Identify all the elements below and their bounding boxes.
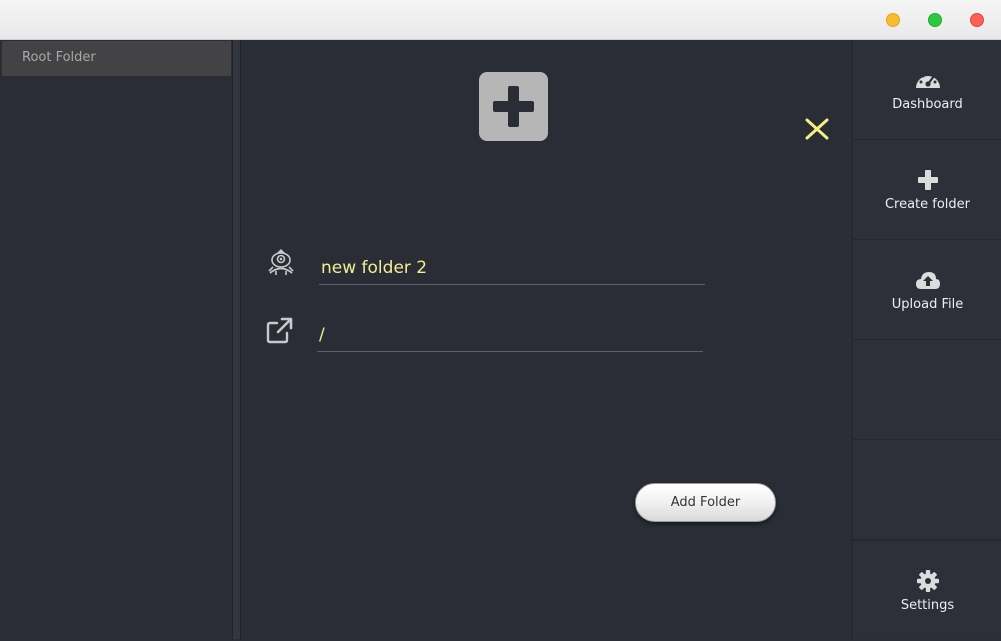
nav-item-empty — [853, 340, 1001, 440]
title-bar[interactable] — [0, 0, 1001, 40]
folder-name-input[interactable] — [319, 251, 705, 284]
right-nav-sidebar: Dashboard Create folder Upload File Sett… — [852, 40, 1001, 639]
nav-label-dashboard: Dashboard — [892, 97, 963, 112]
folder-name-field[interactable] — [319, 251, 705, 285]
nav-item-empty — [853, 440, 1001, 540]
nav-item-dashboard[interactable]: Dashboard — [853, 40, 1001, 140]
gear-icon — [915, 569, 941, 593]
nav-item-settings[interactable]: Settings — [853, 540, 1001, 639]
folder-path-field[interactable] — [317, 318, 703, 352]
plus-square-icon — [479, 72, 548, 141]
external-link-icon — [264, 316, 294, 346]
folder-tree-sidebar: Root Folder — [2, 40, 233, 639]
cloud-upload-icon — [915, 268, 941, 292]
nav-item-create-folder[interactable]: Create folder — [853, 140, 1001, 240]
close-icon[interactable] — [803, 115, 831, 143]
nav-label-settings: Settings — [900, 598, 955, 613]
nav-label-create-folder: Create folder — [884, 197, 971, 212]
folder-path-input[interactable] — [317, 318, 703, 351]
minimize-button[interactable] — [886, 13, 900, 27]
sidebar-splitter[interactable] — [232, 40, 241, 639]
create-folder-panel: Add Folder — [241, 40, 852, 639]
add-folder-button[interactable]: Add Folder — [635, 483, 776, 522]
plus-icon — [915, 168, 941, 192]
app-window: Root Folder new folder 2 / Add Folder Da… — [0, 0, 1001, 641]
sidebar-item-label: Root Folder — [22, 50, 96, 65]
nav-item-upload-file[interactable]: Upload File — [853, 240, 1001, 340]
dashboard-icon — [915, 68, 941, 92]
sidebar-item-root-folder[interactable]: Root Folder — [2, 41, 231, 76]
nav-label-upload-file: Upload File — [891, 297, 964, 312]
close-window-button[interactable] — [970, 13, 984, 27]
folder-monster-icon — [266, 247, 296, 277]
maximize-button[interactable] — [928, 13, 942, 27]
